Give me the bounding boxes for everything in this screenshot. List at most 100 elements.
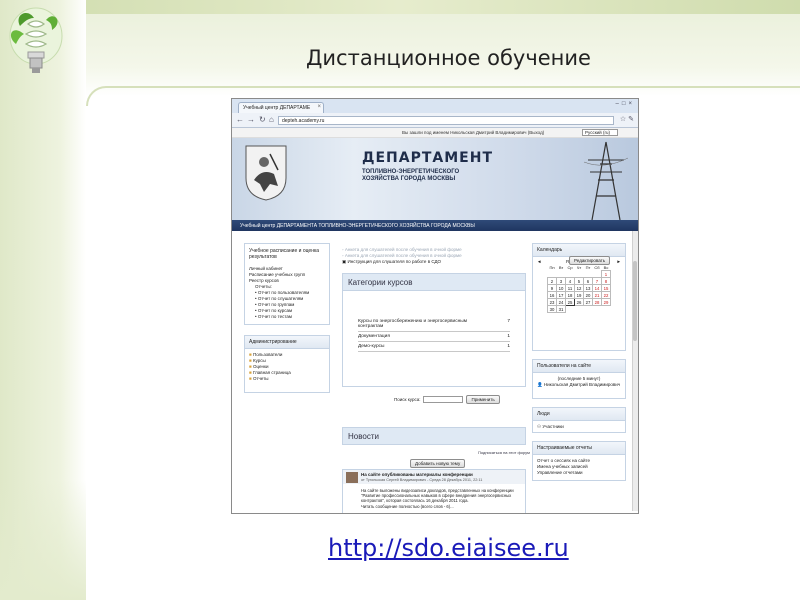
calendar-day[interactable]: 7	[592, 277, 602, 285]
calendar-day[interactable]: 12	[574, 284, 584, 292]
calendar-day[interactable]: 28	[592, 298, 602, 306]
back-icon[interactable]: ←	[236, 115, 244, 124]
calendar-day[interactable]: 10	[556, 284, 566, 292]
calendar-day[interactable]: 22	[601, 291, 611, 299]
next-month-icon[interactable]: ►	[617, 259, 621, 264]
add-topic-button[interactable]: Добавить новую тему	[410, 459, 466, 468]
home-icon[interactable]: ⌂	[269, 115, 274, 124]
calendar-day[interactable]: 3	[556, 277, 566, 285]
search-input[interactable]	[423, 396, 464, 403]
calendar-day	[575, 271, 584, 278]
browser-tab[interactable]: Учебный центр ДЕПАРТАМЕ ×	[238, 102, 324, 113]
report-link[interactable]: • Отчет по тестам	[255, 314, 325, 320]
calendar-day[interactable]: 11	[565, 284, 575, 292]
online-user[interactable]: 👤 Никольская Дмитрий Владимирович	[537, 382, 621, 388]
prev-month-icon[interactable]: ◄	[537, 259, 541, 264]
close-icon[interactable]: ×	[317, 104, 321, 110]
calendar-day	[566, 271, 575, 278]
calendar-day[interactable]: 6	[583, 277, 593, 285]
energy-bulb-logo-icon	[9, 7, 63, 73]
calendar-day[interactable]: 19	[574, 291, 584, 299]
calendar-day[interactable]: 27	[583, 298, 593, 306]
folder-icon: ■	[249, 376, 252, 381]
read-more-link[interactable]: Читать сообщение полностью (всего слов -…	[361, 504, 521, 509]
calendar-day[interactable]: 20	[583, 291, 593, 299]
calendar-day[interactable]: 4	[565, 277, 575, 285]
category-row[interactable]: Курсы по энергосбережению и энергосервис…	[358, 317, 510, 332]
search-button[interactable]: Применить	[466, 395, 500, 404]
notice-link[interactable]: ▣ Инструкция для слушателя по работе в С…	[342, 259, 462, 265]
users-icon: ⚇	[537, 424, 542, 429]
calendar-day[interactable]: 26	[574, 298, 584, 306]
address-bar[interactable]: depteh.academy.ru	[278, 116, 614, 125]
course-search: Поиск курса: Применить	[394, 395, 500, 404]
admin-item-reports[interactable]: ■ Отчеты	[249, 376, 325, 382]
notices: ◦ Анкета для слушателей после обучения в…	[342, 247, 462, 265]
calendar-day	[584, 306, 593, 313]
calendar-day[interactable]: 13	[583, 284, 593, 292]
people-block: Люди ⚇ Участники	[532, 407, 626, 433]
calendar-day[interactable]: 24	[556, 298, 566, 306]
category-row[interactable]: Документация 1	[358, 332, 510, 342]
calendar-day[interactable]: 23	[547, 298, 557, 306]
forward-icon[interactable]: →	[247, 115, 255, 124]
news-subscribe-link[interactable]: Подписаться на этот форум	[478, 450, 530, 455]
calendar-week: 2345678	[547, 277, 611, 285]
calendar-day	[575, 306, 584, 313]
scroll-thumb[interactable]	[633, 261, 637, 341]
department-subtitle: ТОПЛИВНО-ЭНЕРГЕТИЧЕСКОГО ХОЗЯЙСТВА ГОРОД…	[362, 169, 460, 182]
categories-heading: Категории курсов	[342, 273, 526, 291]
calendar-day[interactable]: 2	[547, 277, 557, 285]
custom-report-link[interactable]: Управление отчетами	[537, 470, 621, 476]
schedule-block-title: Учебное расписание и оценка результатов	[249, 248, 320, 260]
calendar-day	[602, 306, 611, 313]
wrench-icon[interactable]: ☆ ✎	[620, 115, 634, 123]
calendar-day[interactable]: 17	[556, 291, 566, 299]
calendar-day[interactable]: 30	[547, 305, 557, 313]
calendar-day[interactable]: 15	[601, 284, 611, 292]
category-row[interactable]: Демо-курсы 1	[358, 342, 510, 352]
calendar-day[interactable]: 9	[547, 284, 557, 292]
page-scrollbar[interactable]	[632, 231, 638, 511]
categories-table: Курсы по энергосбережению и энергосервис…	[358, 317, 510, 352]
language-select[interactable]: Русский (ru)	[582, 129, 618, 136]
calendar-day[interactable]: 1	[601, 270, 611, 278]
calendar-day[interactable]: 18	[565, 291, 575, 299]
avatar	[346, 472, 358, 483]
site-banner: ДЕПАРТАМЕНТ ТОПЛИВНО-ЭНЕРГЕТИЧЕСКОГО ХОЗ…	[232, 138, 638, 220]
calendar-week: 16 17 18 19 20 21 22	[547, 291, 611, 299]
calendar-day[interactable]: 16	[547, 291, 557, 299]
browser-toolbar: ← → ↻ ⌂ depteh.academy.ru ☆ ✎	[232, 113, 638, 128]
login-info: Вы зашли под именем Никольская Дмитрий В…	[402, 130, 545, 135]
calendar-week: 9 10 11 12 13 14 15	[547, 284, 611, 292]
reload-icon[interactable]: ↻	[259, 115, 266, 124]
post-body: На сайте выложены видеозаписи докладов, …	[343, 484, 525, 509]
news-heading: Новости	[342, 427, 526, 445]
edit-page-button[interactable]: Редактировать	[569, 256, 611, 265]
calendar-day[interactable]: 25	[565, 298, 575, 306]
custom-reports-title: Настраиваемые отчеты	[533, 442, 625, 455]
search-label: Поиск курса:	[394, 397, 421, 402]
calendar-day[interactable]: 5	[574, 277, 584, 285]
slide-top-strip	[0, 0, 800, 14]
post-meta: от Тугольская Сергей Владимирович - Сред…	[361, 478, 483, 482]
participants-link[interactable]: ⚇ Участники	[537, 424, 621, 430]
calendar-day	[584, 271, 593, 278]
calendar-day[interactable]: 14	[592, 284, 602, 292]
calendar-day[interactable]: 31	[556, 305, 566, 313]
folder-icon: ■	[249, 352, 252, 357]
department-title: ДЕПАРТАМЕНТ	[362, 150, 493, 166]
calendar-day[interactable]: 29	[601, 298, 611, 306]
calendar-week: 1	[548, 270, 611, 278]
online-users-block: Пользователи на сайте (последние 5 минут…	[532, 359, 626, 399]
folder-icon: ■	[249, 358, 252, 363]
browser-tab-title: Учебный центр ДЕПАРТАМЕ	[243, 105, 311, 111]
window-controls-icon[interactable]: –□×	[616, 101, 635, 107]
post-title[interactable]: На сайте опубликованы материалы конферен…	[361, 472, 473, 477]
slide-url-link[interactable]: http://sdo.eiaisee.ru	[328, 534, 569, 562]
calendar-week: 30 31	[547, 305, 611, 313]
calendar-week: 23 24 25 26 27 28 29	[547, 298, 611, 306]
calendar-day[interactable]: 21	[592, 291, 602, 299]
calendar-day	[593, 306, 602, 313]
calendar-day[interactable]: 8	[601, 277, 611, 285]
